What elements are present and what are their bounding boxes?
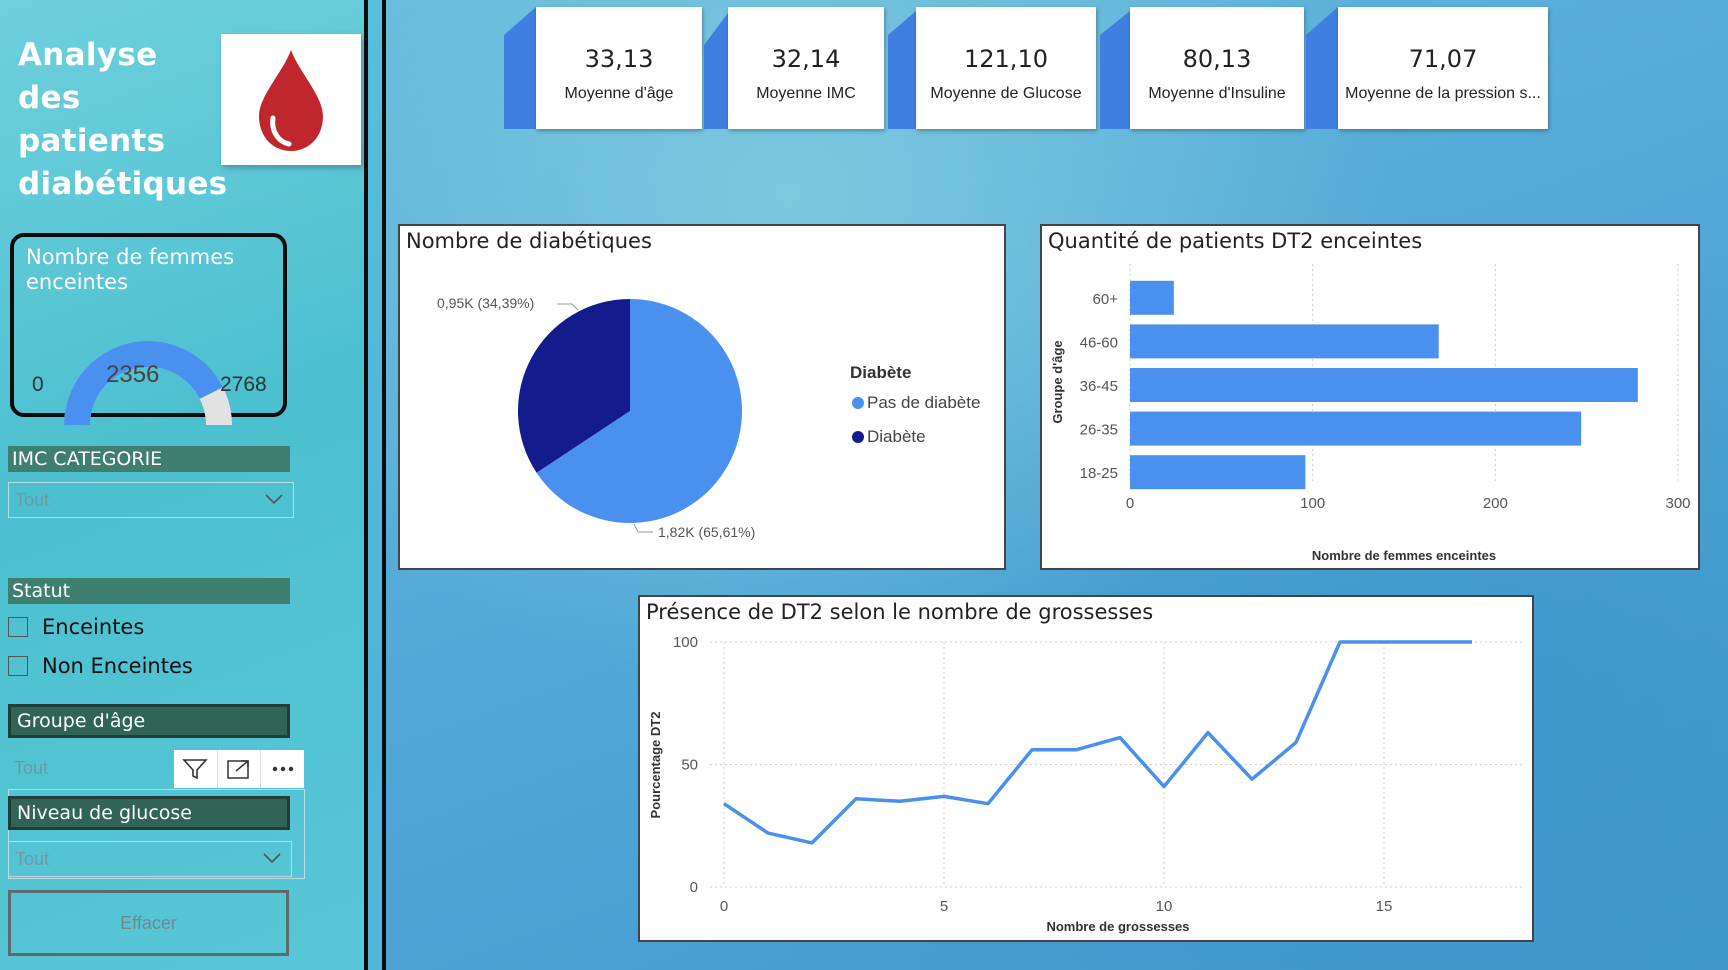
kpi-label: Moyenne de la pression s... (1345, 85, 1541, 102)
y-tick-label: 0 (690, 879, 698, 896)
y-tick-label: 50 (681, 757, 698, 774)
dashboard-title: Analyse des patients diabétiques (18, 37, 228, 202)
legend-entry: Pas de diabète (867, 393, 980, 412)
divider-left (364, 0, 368, 970)
kpi-label: Moyenne d'âge (564, 85, 674, 102)
x-tick-label: 100 (1300, 495, 1325, 512)
kpi-card-3d-side (888, 11, 916, 129)
gauge-min: 0 (32, 373, 44, 396)
filter-icon (182, 759, 209, 780)
statut-option-enceintes[interactable]: Enceintes (8, 614, 144, 640)
y-tick-label: 36-45 (1080, 378, 1118, 395)
glucose-dropdown[interactable]: Tout (8, 841, 292, 877)
kpi-value: 80,13 (1182, 45, 1252, 73)
bar (1130, 455, 1306, 490)
legend-marker (852, 431, 864, 443)
statut-slicer-header: Statut (8, 578, 290, 604)
chevron-down-icon (265, 494, 283, 505)
bar (1130, 411, 1582, 446)
bar (1130, 280, 1174, 315)
pie-data-label: 0,95K (34,39%) (437, 295, 534, 311)
age-group-dropdown[interactable]: Tout (8, 751, 174, 787)
x-tick-label: 200 (1483, 495, 1508, 512)
y-axis-label: Pourcentage DT2 (648, 712, 663, 819)
checkbox[interactable] (8, 617, 28, 637)
bar (1130, 324, 1439, 359)
imc-dropdown[interactable]: Tout (8, 482, 294, 518)
x-tick-label: 5 (940, 898, 948, 915)
chevron-down-icon (263, 853, 281, 864)
x-tick-label: 300 (1665, 495, 1690, 512)
bar-chart-card: Quantité de patients DT2 enceintes 0 100 2… (1040, 224, 1700, 570)
x-axis-label: Nombre de femmes enceintes (1312, 548, 1496, 563)
age-group-dropdown-value: Tout (14, 758, 49, 778)
pie-data-label: 1,82K (65,61%) (658, 524, 755, 540)
glucose-dropdown-value: Tout (15, 849, 50, 869)
imc-slicer-header: IMC CATEGORIE (8, 446, 290, 472)
x-tick-label: 10 (1156, 898, 1173, 915)
checkbox-label: Enceintes (42, 615, 145, 639)
kpi-card-imc: 32,14 Moyenne IMC (702, 5, 884, 130)
age-group-slicer-header: Groupe d'âge (8, 704, 290, 738)
kpi-card-age: 33,13 Moyenne d'âge (502, 5, 702, 130)
pie-chart-card: Nombre de diabétiques 0,95K (34,39%) 1,82… (398, 224, 1006, 570)
kpi-card-pressure: 71,07 Moyenne de la pression s... (1304, 5, 1548, 130)
legend-entry: Diabète (867, 427, 926, 446)
x-tick-label: 15 (1376, 898, 1393, 915)
y-tick-label: 18-25 (1080, 465, 1118, 482)
statut-option-non-enceintes[interactable]: Non Enceintes (8, 653, 193, 679)
focus-mode-button[interactable] (218, 750, 262, 788)
blood-drop-icon (259, 50, 323, 151)
focus-mode-icon (227, 760, 249, 779)
checkbox[interactable] (8, 656, 28, 676)
pie-leader-line (633, 523, 653, 533)
glucose-slicer-header: Niveau de glucose (8, 796, 290, 830)
x-tick-label: 0 (720, 898, 728, 915)
x-tick-label: 0 (1126, 495, 1134, 512)
kpi-card-3d-side (1306, 7, 1338, 129)
imc-dropdown-value: Tout (15, 490, 50, 510)
filter-button[interactable] (174, 750, 218, 788)
gauge-max: 2768 (220, 373, 267, 396)
line-chart-card: Présence de DT2 selon le nombre de gross… (638, 595, 1534, 942)
legend-marker (852, 397, 864, 409)
kpi-label: Moyenne de Glucose (930, 85, 1082, 102)
bar-chart: 0 100 200 300 60+ 46-60 36-45 26-35 18-25 Nombre … (1050, 264, 1691, 563)
kpi-label: Moyenne IMC (756, 85, 856, 102)
kpi-card-3d-side (504, 7, 536, 129)
kpi-card-3d-side (704, 13, 728, 129)
kpi-value: 32,14 (771, 45, 841, 73)
bar (1130, 368, 1638, 402)
divider-right (382, 0, 386, 970)
kpi-value: 33,13 (584, 45, 654, 73)
series-line (723, 640, 1472, 845)
kpi-label: Moyenne d'Insuline (1148, 85, 1286, 102)
checkbox-label: Non Enceintes (42, 654, 193, 678)
x-axis-label: Nombre de grossesses (1046, 919, 1189, 934)
kpi-value: 121,10 (964, 45, 1048, 73)
kpi-card-insulin: 80,13 Moyenne d'Insuline (1098, 5, 1304, 130)
y-tick-label: 60+ (1093, 291, 1119, 308)
kpi-card-3d-side (1100, 11, 1130, 129)
gauge-value: 2356 (106, 361, 160, 388)
logo-card (221, 34, 361, 165)
pie-leader-line (557, 303, 579, 311)
more-options-icon (272, 766, 293, 772)
y-tick-label: 100 (673, 634, 698, 651)
more-options-button[interactable] (261, 750, 304, 788)
clear-button[interactable]: Effacer (8, 890, 289, 956)
gauge-title: Nombre de femmes enceintes (26, 245, 235, 294)
line-chart: 0 50 100 0 5 10 15 Nombre de grossesses Pourcent… (648, 634, 1525, 934)
legend-title: Diabète (850, 363, 911, 382)
visual-toolbar (174, 750, 304, 788)
kpi-value: 71,07 (1408, 45, 1478, 73)
pie-chart: 0,95K (34,39%) 1,82K (65,61%) Diabète Pas d… (437, 295, 980, 540)
y-tick-label: 46-60 (1080, 334, 1118, 351)
y-axis-label: Groupe d'âge (1050, 340, 1065, 423)
gauge-card: Nombre de femmes enceintes 0 2356 2768 (10, 233, 287, 425)
kpi-card-glucose: 121,10 Moyenne de Glucose (886, 5, 1096, 130)
y-tick-label: 26-35 (1080, 422, 1118, 439)
